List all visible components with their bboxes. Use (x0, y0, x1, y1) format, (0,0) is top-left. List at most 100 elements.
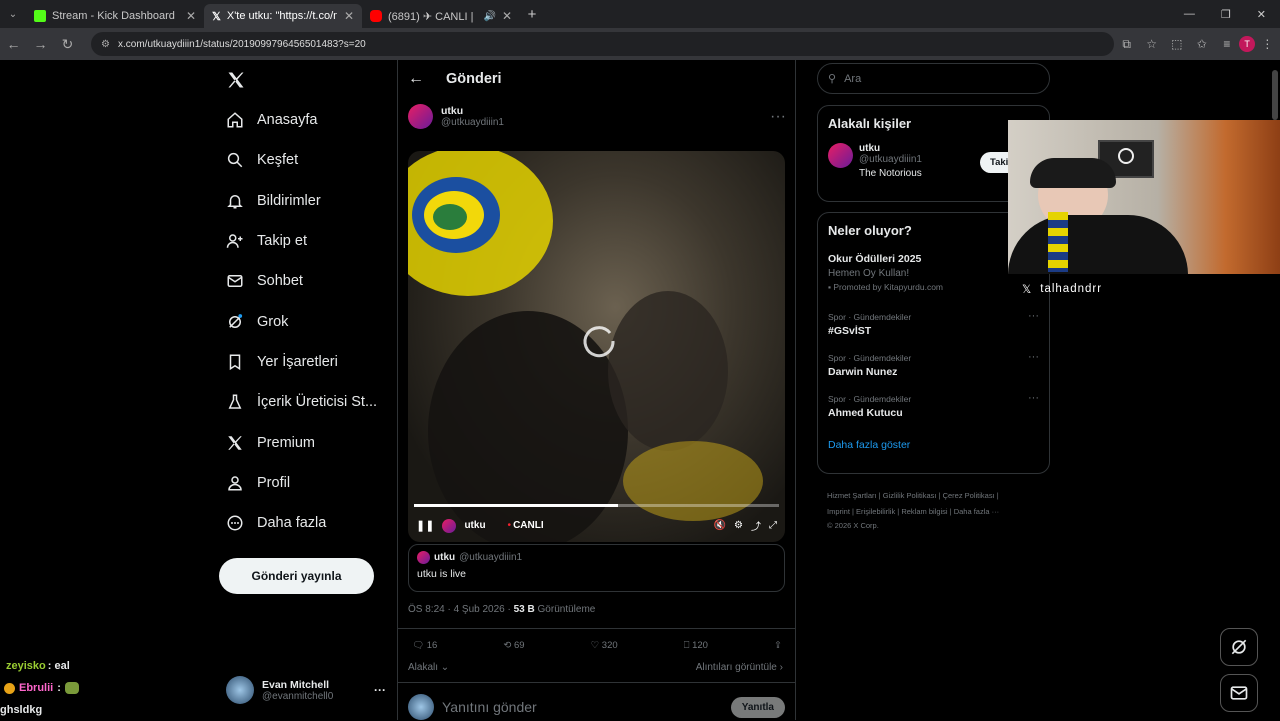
repost-button[interactable]: ⟲ 69 (503, 640, 524, 651)
tab-x-post[interactable]: 𝕏 X'te utku: "https://t.co/nrffNW/ ✕ (204, 4, 362, 28)
url-field[interactable]: ⚙ x.com/utkuaydiiin1/status/201909979645… (91, 32, 1115, 56)
sidebar-item-bookmarks[interactable]: Yer İşaretleri (219, 342, 399, 382)
menu-icon[interactable]: ⋮ (1255, 37, 1280, 51)
back-icon[interactable]: ← (0, 36, 27, 52)
video-progress-track[interactable] (414, 504, 779, 507)
site-info-icon[interactable]: ⚙ (101, 39, 110, 50)
promo-by: Promoted by Kitapyurdu.com (833, 282, 943, 292)
trend-item[interactable]: Spor · Gündemdekiler #GSvİST ··· (828, 310, 1039, 337)
bookmarks-icon[interactable]: ✩ (1189, 37, 1214, 51)
more-icon[interactable]: ··· (1028, 351, 1039, 363)
avatar[interactable] (828, 143, 853, 168)
new-tab-button[interactable]: + (520, 6, 544, 23)
relevance-dropdown[interactable]: Alakalı ⌄ (408, 662, 449, 673)
bell-icon (219, 192, 257, 210)
scrollbar[interactable] (1272, 70, 1278, 120)
popout-icon[interactable]: ⤴ (751, 518, 761, 533)
tab-search-icon[interactable]: ⌄ (0, 9, 26, 20)
speaker-icon[interactable]: 🔊 (483, 11, 495, 22)
sidebar-item-chat[interactable]: Sohbet (219, 261, 399, 301)
fullscreen-icon[interactable]: ⤢ (769, 520, 777, 531)
post-time[interactable]: ÖS 8:24 · 4 Şub 2026 · (408, 604, 514, 615)
bookmark-button[interactable]: ⎕ 120 (684, 640, 708, 651)
reply-input[interactable]: Yanıtını gönder (442, 699, 537, 715)
tab-kick[interactable]: Stream - Kick Dashboard ✕ (26, 4, 204, 28)
more-icon[interactable]: ··· (770, 108, 786, 126)
live-card[interactable]: utku @utkuaydiiin1 utku is live (408, 544, 785, 592)
avatar (408, 694, 434, 720)
forward-icon[interactable]: → (27, 36, 54, 52)
x-logo-icon[interactable] (226, 70, 246, 95)
star-icon[interactable]: ☆ (1139, 37, 1164, 51)
trend-item[interactable]: Spor · Gündemdekiler Ahmed Kutucu ··· (828, 392, 1039, 419)
restore-icon[interactable]: ❐ (1221, 8, 1231, 21)
sidebar-item-label: Keşfet (257, 152, 299, 169)
install-icon[interactable]: ⧉ (1114, 37, 1139, 52)
grok-icon (1231, 639, 1247, 655)
card-handle: @utkuaydiiin1 (459, 552, 523, 563)
like-button[interactable]: ♡ 320 (591, 640, 618, 651)
close-icon[interactable]: ✕ (502, 9, 512, 23)
close-window-icon[interactable]: ✕ (1257, 8, 1266, 21)
reply-button[interactable]: 🗨 16 (412, 640, 437, 651)
grok-float-button[interactable] (1220, 628, 1258, 666)
person-icon (219, 474, 257, 492)
minimize-icon[interactable]: — (1184, 8, 1195, 21)
live-dot-icon: • (507, 520, 512, 531)
sidebar-item-follow[interactable]: Takip et (219, 221, 399, 261)
sidebar-item-premium[interactable]: Premium (219, 422, 399, 462)
sidebar-item-notifications[interactable]: Bildirimler (219, 181, 399, 221)
sidebar-item-grok[interactable]: Grok (219, 301, 399, 341)
more-icon[interactable]: ··· (1028, 392, 1039, 404)
back-arrow-icon[interactable]: ← (408, 70, 424, 88)
streamer-hair (1030, 158, 1116, 188)
view-quotes-link[interactable]: Alıntıları görüntüle › (696, 662, 783, 673)
address-bar: ← → ↻ ⚙ x.com/utkuaydiiin1/status/201909… (0, 28, 1280, 60)
more-icon[interactable]: ··· (1028, 310, 1039, 322)
sidebar-item-explore[interactable]: Keşfet (219, 140, 399, 180)
video-frame (408, 151, 763, 542)
reload-icon[interactable]: ↻ (54, 36, 81, 53)
tab-youtube[interactable]: (6891) ✈ CANLI | N'Golo K 🔊 ✕ (362, 4, 520, 28)
media-icon[interactable]: ≡ (1214, 37, 1239, 51)
more-icon[interactable]: ··· (374, 683, 386, 697)
sidebar-item-creator-studio[interactable]: İçerik Üreticisi St... (219, 382, 399, 422)
avatar (226, 676, 254, 704)
pause-icon[interactable]: ❚❚ (416, 519, 434, 532)
settings-icon[interactable]: ⚙ (734, 520, 743, 531)
show-more-link[interactable]: Daha fazla göster (828, 439, 1039, 451)
mute-icon[interactable]: 🔇 (714, 520, 726, 531)
kick-icon (34, 10, 46, 22)
extensions-icon[interactable]: ⬚ (1164, 37, 1189, 51)
sidebar-item-profile[interactable]: Profil (219, 463, 399, 503)
close-icon[interactable]: ✕ (344, 9, 354, 23)
author-handle[interactable]: @utkuaydiiin1 (441, 117, 504, 128)
card-text: utku is live (417, 568, 467, 580)
account-handle: @evanmitchell0 (262, 690, 334, 702)
sidebar-item-label: Sohbet (257, 273, 303, 290)
video-author: utku (464, 520, 486, 531)
account-switcher[interactable]: Evan Mitchell @evanmitchell0 ··· (226, 672, 386, 708)
sidebar-item-home[interactable]: Anasayfa (219, 100, 399, 140)
reply-submit-button[interactable]: Yanıtla (730, 696, 785, 718)
tab-label: (6891) ✈ CANLI | N'Golo K (388, 10, 477, 23)
related-name[interactable]: utku (859, 143, 922, 154)
sidebar-item-more[interactable]: Daha fazla (219, 503, 399, 543)
trend-item[interactable]: Spor · Gündemdekiler Darwin Nunez ··· (828, 351, 1039, 378)
page-title: Gönderi (446, 71, 502, 87)
author-name[interactable]: utku (441, 105, 504, 117)
avatar[interactable] (408, 104, 433, 129)
footer-line[interactable]: Hizmet Şartları | Gizlilik Politikası | … (827, 488, 1047, 504)
profile-avatar[interactable]: T (1239, 36, 1255, 52)
chat-text: : eal (47, 660, 70, 672)
footer-line[interactable]: Imprint | Erişilebilirlik | Reklam bilgi… (827, 504, 1047, 520)
close-icon[interactable]: ✕ (186, 9, 196, 23)
reply-composer: Yanıtını gönder Yanıtla (408, 694, 785, 720)
messages-float-button[interactable] (1220, 674, 1258, 712)
related-bio: The Notorious (859, 168, 922, 179)
search-input[interactable]: ⚲ Ara (817, 63, 1050, 94)
share-icon[interactable]: ⇪ (774, 640, 782, 651)
post-button[interactable]: Gönderi yayınla (219, 558, 374, 594)
video-player[interactable]: ❚❚ utku • CANLI 🔇 ⚙ ⤴ ⤢ (408, 151, 785, 542)
chat-user: Ebrulii (19, 682, 54, 694)
